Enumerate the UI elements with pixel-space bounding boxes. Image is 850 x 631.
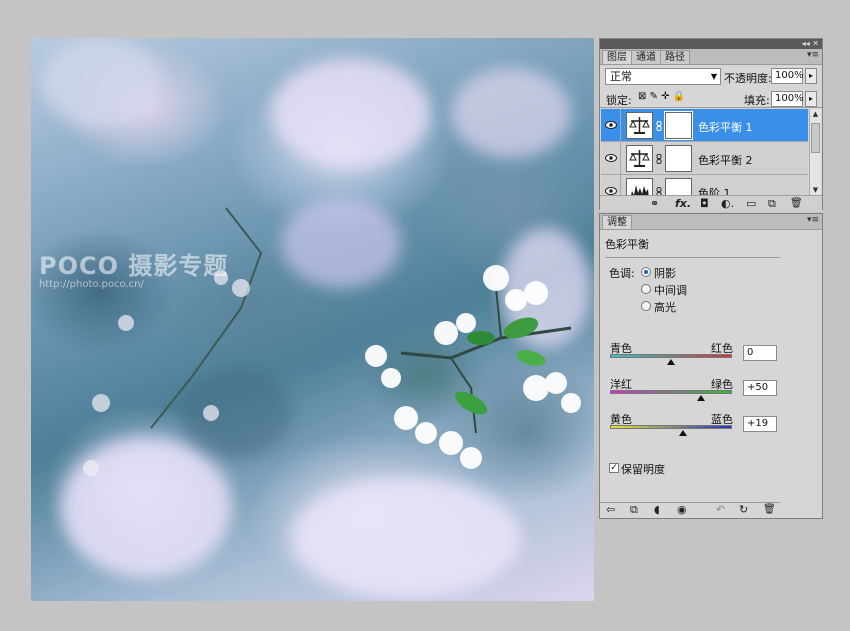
fx-icon[interactable]: fx.: [675, 197, 691, 211]
layers-list: 色彩平衡 1 色彩平衡 2 色阶 1: [601, 109, 808, 196]
blend-mode-value: 正常: [610, 70, 632, 83]
tone-radio-midtones[interactable]: [641, 284, 651, 294]
magenta-green-slider-thumb[interactable]: [697, 395, 705, 401]
new-layer-icon[interactable]: ⧉: [768, 197, 776, 211]
tab-channels[interactable]: 通道: [631, 50, 661, 64]
eye-icon: [605, 154, 617, 162]
yellow-blue-slider[interactable]: [610, 425, 732, 429]
layer-mask-thumbnail[interactable]: [665, 145, 692, 172]
magenta-green-slider[interactable]: [610, 390, 732, 394]
reset-icon[interactable]: ↻: [739, 503, 748, 517]
tone-label: 色调:: [609, 267, 635, 280]
collapse-close-controls[interactable]: ◂◂ ✕: [802, 39, 819, 49]
yellow-blue-slider-thumb[interactable]: [679, 430, 687, 436]
watermark-brand: POCO 摄影专题: [39, 252, 229, 280]
adjustment-title: 色彩平衡: [605, 238, 649, 251]
tab-adjustments[interactable]: 调整: [602, 215, 632, 229]
trash-icon[interactable]: 🗑: [790, 197, 803, 211]
tone-midtones-label[interactable]: 中间调: [654, 282, 687, 298]
panel-menu-icon[interactable]: ▾≡: [807, 50, 819, 60]
blend-mode-select[interactable]: 正常 ▼: [605, 68, 721, 85]
divider: [600, 107, 822, 108]
lock-label: 锁定:: [606, 94, 632, 107]
document-canvas[interactable]: POCO 摄影专题 http://photo.poco.cn/: [31, 38, 594, 601]
cyan-red-slider[interactable]: [610, 354, 732, 358]
cherry-blossom-branch: [83, 207, 581, 476]
layer-mask-thumbnail[interactable]: [665, 178, 692, 196]
back-arrow-icon[interactable]: ⇦: [606, 503, 615, 517]
layers-tabbar: 图层 通道 路径 ▾≡: [600, 49, 822, 65]
layer-mask-thumbnail[interactable]: [664, 111, 693, 140]
lock-transparency-icon[interactable]: ⊠: [638, 91, 646, 102]
magenta-green-input[interactable]: +50: [743, 380, 777, 396]
divider: [605, 257, 780, 258]
link-icon[interactable]: ⚭: [650, 197, 659, 211]
levels-histogram-icon[interactable]: [626, 178, 653, 196]
cyan-red-slider-thumb[interactable]: [667, 359, 675, 365]
layer-name[interactable]: 色彩平衡 1: [698, 119, 753, 135]
scroll-thumb[interactable]: [811, 123, 820, 153]
adjust-footer: ⇦ ⧉ ◖ ◉ ↶ ↻ 🗑: [600, 502, 822, 518]
lock-icons: ⊠ ✎ ✛ 🔒: [638, 91, 685, 102]
tone-radio-shadows[interactable]: [641, 267, 651, 277]
view-icon[interactable]: ⧉: [630, 503, 638, 517]
layer-row-levels-1[interactable]: 色阶 1: [601, 175, 808, 196]
panel-title-strip[interactable]: [600, 39, 822, 49]
opacity-stepper[interactable]: ▸: [805, 68, 817, 84]
layer-row-color-balance-1[interactable]: 色彩平衡 1: [601, 109, 808, 142]
adjustment-icon[interactable]: ◐.: [721, 197, 734, 211]
eye-icon: [605, 187, 617, 195]
link-icon[interactable]: [656, 154, 662, 164]
layer-name[interactable]: 色彩平衡 2: [698, 152, 753, 168]
link-icon[interactable]: [656, 121, 662, 131]
adjustments-panel: 调整 ▾≡ 色彩平衡 色调: 阴影 中间调 高光 青色 红色 0 洋红 绿色 +…: [599, 213, 823, 519]
lock-position-icon[interactable]: ✛: [661, 91, 669, 102]
preserve-luminosity-checkbox[interactable]: ✓: [609, 463, 619, 473]
folder-icon[interactable]: ▭: [746, 197, 756, 211]
fill-stepper[interactable]: ▸: [805, 91, 817, 107]
fill-label: 填充:: [744, 94, 770, 107]
balance-scale-icon[interactable]: [626, 145, 653, 172]
visibility-toggle[interactable]: [601, 109, 621, 141]
lock-all-icon[interactable]: 🔒: [673, 91, 685, 102]
trash-icon[interactable]: 🗑: [763, 503, 776, 517]
eye-icon: [605, 121, 617, 129]
yellow-blue-input[interactable]: +19: [743, 416, 777, 432]
opacity-label: 不透明度:: [724, 72, 772, 85]
clip-icon[interactable]: ◖: [654, 503, 660, 517]
balance-scale-icon[interactable]: [626, 112, 653, 139]
layers-scrollbar[interactable]: ▲ ▼: [809, 109, 821, 196]
adjust-tabbar: 调整 ▾≡: [600, 214, 822, 230]
layer-row-color-balance-2[interactable]: 色彩平衡 2: [601, 142, 808, 175]
eye-icon[interactable]: ◉: [677, 503, 687, 517]
scroll-up-icon[interactable]: ▲: [810, 109, 821, 120]
reset-prev-icon[interactable]: ↶: [716, 503, 725, 517]
lock-image-icon[interactable]: ✎: [650, 91, 658, 102]
layers-footer: ⚭ fx. ◘ ◐. ▭ ⧉ 🗑: [600, 195, 822, 212]
tone-shadows-label[interactable]: 阴影: [654, 265, 676, 281]
opacity-input[interactable]: 100%: [771, 68, 804, 84]
tone-highlights-label[interactable]: 高光: [654, 299, 676, 315]
fill-input[interactable]: 100%: [771, 91, 804, 107]
watermark: POCO 摄影专题 http://photo.poco.cn/: [39, 246, 228, 290]
chevron-down-icon: ▼: [710, 72, 717, 81]
cyan-red-input[interactable]: 0: [743, 345, 777, 361]
visibility-toggle[interactable]: [601, 142, 621, 174]
tab-paths[interactable]: 路径: [660, 50, 690, 64]
tab-layers[interactable]: 图层: [602, 50, 632, 64]
mask-icon[interactable]: ◘: [700, 197, 709, 211]
visibility-toggle[interactable]: [601, 175, 621, 196]
preserve-luminosity-label[interactable]: 保留明度: [621, 461, 665, 477]
panel-menu-icon[interactable]: ▾≡: [807, 215, 819, 225]
tone-radio-highlights[interactable]: [641, 301, 651, 311]
layers-panel: ◂◂ ✕ 图层 通道 路径 ▾≡ 正常 ▼ 不透明度: 100% ▸ 锁定: ⊠…: [599, 38, 823, 212]
